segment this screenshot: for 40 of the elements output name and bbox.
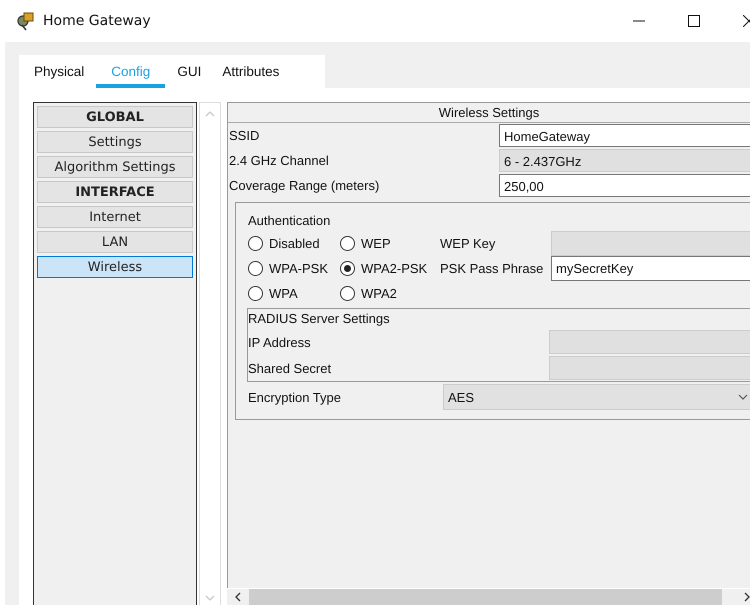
radio-option[interactable]: Disabled (248, 236, 340, 251)
section-header[interactable]: INTERFACE (37, 181, 193, 203)
tab[interactable]: Attributes (213, 60, 288, 88)
maximize-icon[interactable] (688, 15, 700, 27)
field-label: SSID (228, 128, 260, 143)
group-title: Authentication (248, 213, 332, 228)
input-field[interactable]: mySecretKey (551, 256, 750, 281)
field-label: Coverage Range (meters) (228, 178, 380, 193)
field-label: Shared Secret (248, 360, 332, 376)
radio-option[interactable]: WPA2 (340, 286, 440, 301)
field-label: Encryption Type (248, 390, 342, 404)
sidebar-item[interactable]: Algorithm Settings (37, 156, 193, 178)
scroll-right-icon[interactable] (744, 592, 750, 602)
tab[interactable]: Physical (25, 60, 94, 88)
radio-option[interactable]: WPA2-PSK (340, 261, 440, 276)
input-field[interactable]: HomeGateway (499, 124, 750, 147)
field-label: WEP Key (440, 236, 496, 251)
chevron-down-icon (738, 394, 748, 400)
radio-option[interactable]: WPA-PSK (248, 261, 340, 276)
tab[interactable]: GUI (168, 60, 210, 88)
input-field[interactable]: 250,00 (499, 174, 750, 197)
window-title: Home Gateway (43, 13, 151, 29)
sidebar-item[interactable]: Wireless (37, 256, 193, 278)
scrollbar[interactable] (199, 102, 221, 605)
field-label: 2.4 GHz Channel (228, 153, 330, 168)
scroll-up-icon[interactable] (205, 111, 215, 117)
sidebar-item[interactable]: Settings (37, 131, 193, 153)
scroll-left-icon[interactable] (235, 592, 241, 602)
field-label: IP Address (248, 334, 312, 350)
radio-option[interactable]: WPA (248, 286, 340, 301)
sidebar-item[interactable]: LAN (37, 231, 193, 253)
group-title: RADIUS Server Settings (248, 310, 391, 328)
section-header[interactable]: GLOBAL (37, 106, 193, 128)
section-title: Wireless Settings (228, 103, 750, 123)
field-label: PSK Pass Phrase (440, 261, 544, 276)
app-icon (16, 11, 36, 31)
sidebar-item[interactable]: Internet (37, 206, 193, 228)
scroll-down-icon[interactable] (205, 595, 215, 601)
dropdown[interactable]: AES (443, 384, 750, 410)
radio-option[interactable]: WEP (340, 236, 440, 251)
